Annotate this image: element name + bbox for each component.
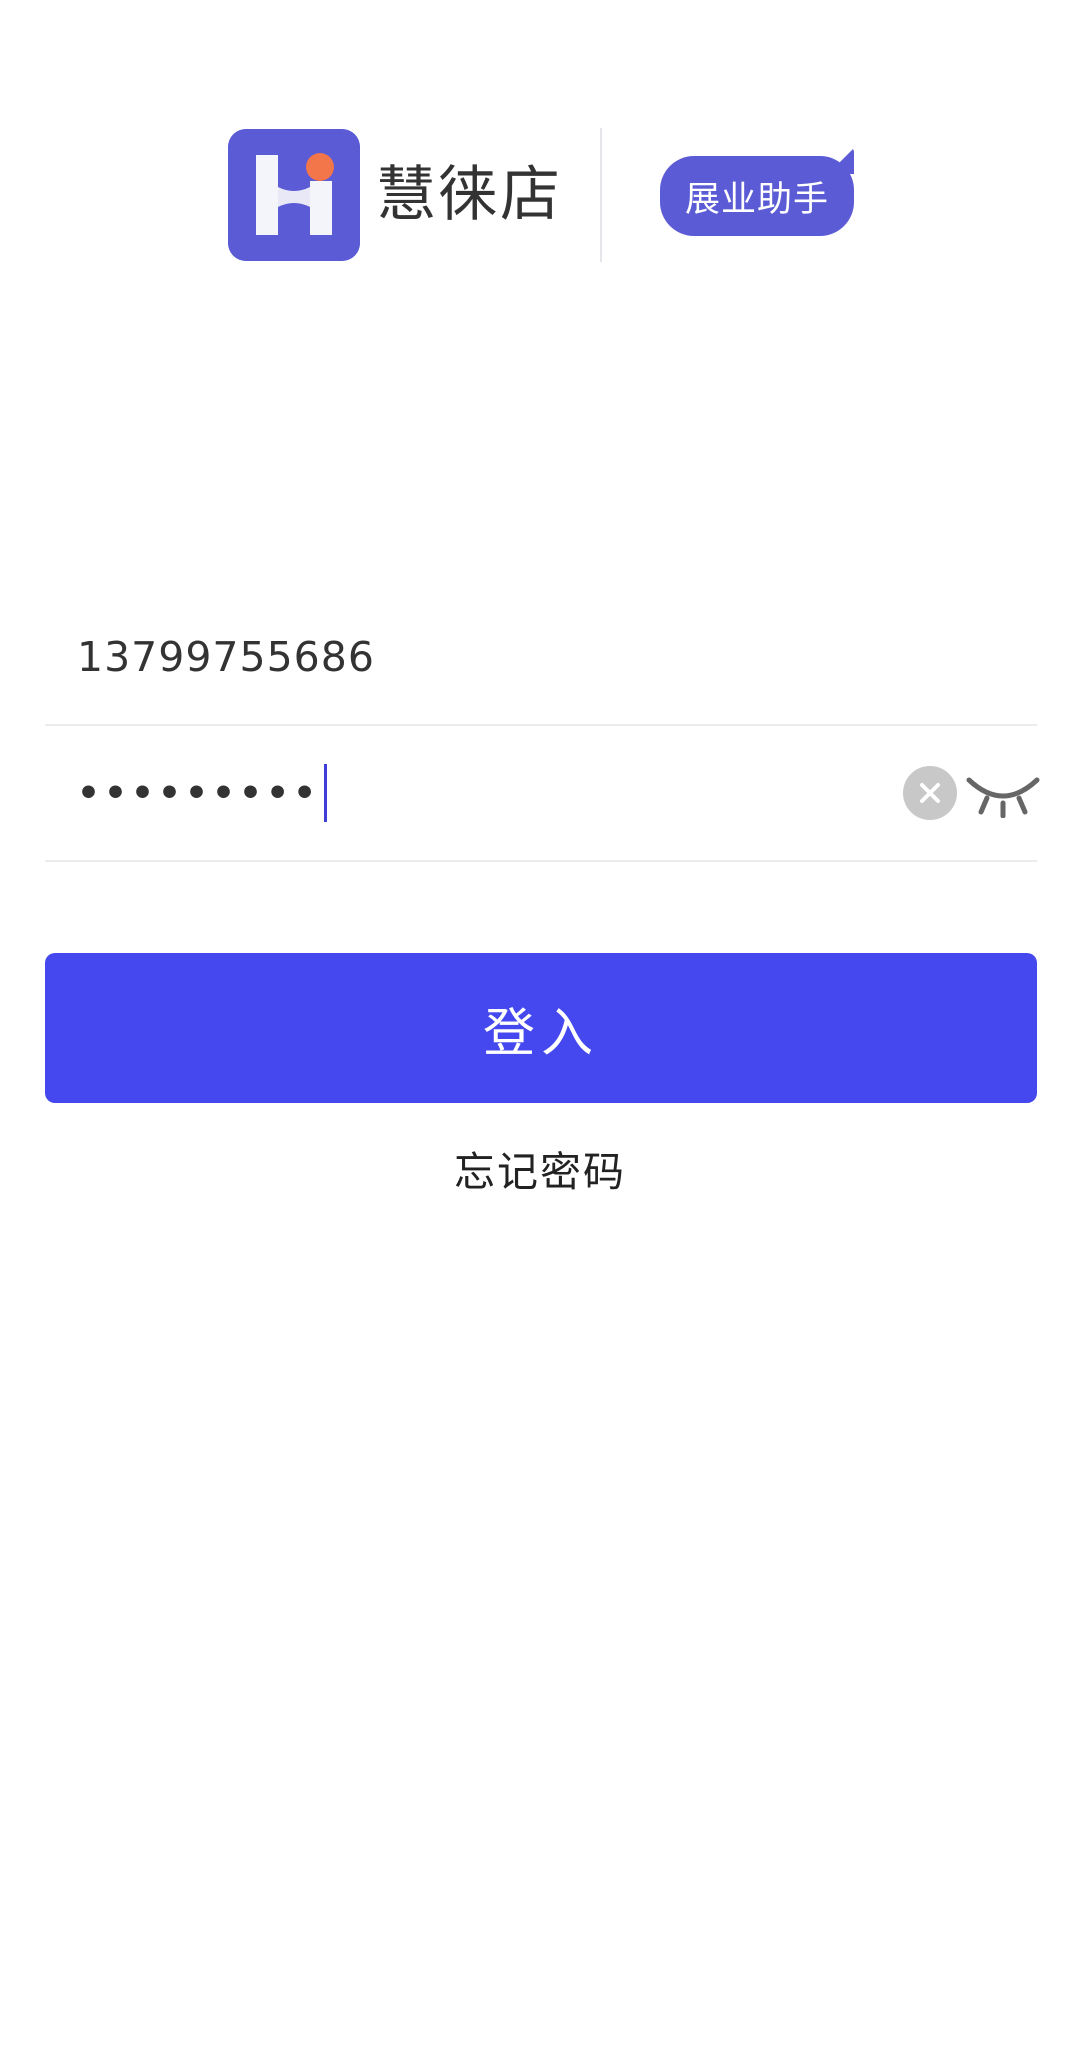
- clear-icon[interactable]: [903, 766, 957, 820]
- username-value[interactable]: 13799755686: [77, 633, 375, 681]
- forgot-password-link[interactable]: 忘记密码: [0, 1138, 1080, 1198]
- username-field[interactable]: 13799755686: [45, 590, 1037, 726]
- eye-closed-icon[interactable]: [965, 768, 1041, 819]
- assistant-tag: 展业助手: [660, 156, 854, 236]
- password-field[interactable]: •••••••••: [45, 726, 1040, 862]
- hui-logo-icon: [228, 129, 360, 261]
- text-cursor: [324, 764, 328, 822]
- brand-name: 慧徕店: [376, 160, 562, 230]
- brand-header: 慧徕店: [228, 128, 562, 262]
- login-button[interactable]: 登入: [45, 953, 1037, 1103]
- header-divider: [600, 128, 602, 262]
- password-value[interactable]: •••••••••: [77, 773, 320, 814]
- login-screen: 慧徕店 展业助手 13799755686 ••••••••• 登入 忘记密码: [0, 0, 1080, 2062]
